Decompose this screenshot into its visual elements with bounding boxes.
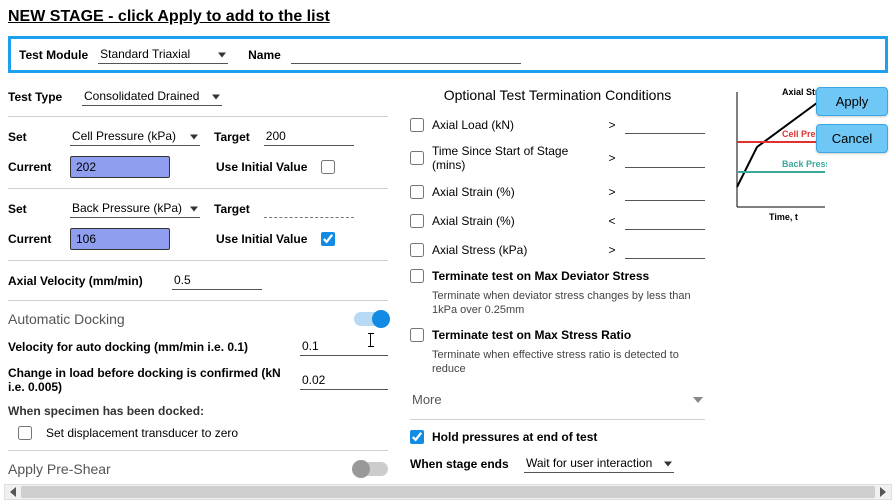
term-row-2-label: Axial Strain (%): [432, 185, 599, 199]
stage-ends-label: When stage ends: [410, 457, 510, 471]
test-module-select[interactable]: [98, 45, 228, 64]
termination-title: Optional Test Termination Conditions: [410, 87, 705, 103]
term-row-4-label: Axial Stress (kPa): [432, 243, 599, 257]
max-deviator-sub: Terminate when deviator stress changes b…: [432, 289, 705, 318]
term-row-0-label: Axial Load (kN): [432, 118, 599, 132]
trend-chart: Axial Strain Cell Pressure Back Pressure…: [727, 87, 827, 222]
more-label: More: [412, 392, 442, 407]
set1-label: Set: [8, 130, 56, 144]
cancel-button[interactable]: Cancel: [816, 124, 888, 153]
term-row-3-checkbox[interactable]: [410, 214, 424, 228]
set2-use-initial-label: Use Initial Value: [216, 232, 307, 246]
name-input[interactable]: [291, 45, 521, 64]
set2-label: Set: [8, 202, 56, 216]
apply-button[interactable]: Apply: [816, 87, 888, 116]
set-zero-checkbox[interactable]: [18, 426, 32, 440]
scroll-right-icon[interactable]: [875, 485, 891, 499]
set2-current-label: Current: [8, 232, 56, 246]
pre-shear-label: Apply Pre-Shear: [8, 461, 111, 477]
stage-ends-select[interactable]: [524, 454, 674, 473]
scroll-left-icon[interactable]: [5, 485, 21, 499]
max-deviator-label: Terminate test on Max Deviator Stress: [432, 269, 705, 283]
set1-target-label: Target: [214, 130, 250, 144]
max-deviator-checkbox[interactable]: [410, 269, 424, 283]
hold-pressures-label: Hold pressures at end of test: [432, 430, 597, 444]
dock-velocity-input[interactable]: [300, 337, 388, 356]
name-label: Name: [248, 48, 281, 62]
text-cursor-icon: [370, 333, 371, 347]
dock-change-input[interactable]: [300, 371, 388, 390]
max-ratio-label: Terminate test on Max Stress Ratio: [432, 328, 705, 342]
auto-docking-title: Automatic Docking: [8, 311, 125, 327]
test-module-label: Test Module: [19, 48, 88, 62]
chart-xlabel: Time, t: [769, 212, 798, 222]
term-row-3-label: Axial Strain (%): [432, 214, 599, 228]
term-row-2-op: >: [607, 185, 617, 199]
max-ratio-checkbox[interactable]: [410, 328, 424, 342]
top-bar: Test Module Name: [8, 36, 888, 73]
set2-use-initial-checkbox[interactable]: [321, 232, 335, 246]
dock-velocity-label: Velocity for auto docking (mm/min i.e. 0…: [8, 340, 248, 354]
scroll-track[interactable]: [21, 486, 875, 498]
term-row-2-checkbox[interactable]: [410, 185, 424, 199]
after-dock-label: When specimen has been docked:: [8, 404, 388, 418]
term-row-1-checkbox[interactable]: [410, 151, 424, 165]
term-row-4-checkbox[interactable]: [410, 243, 424, 257]
page-title: NEW STAGE - click Apply to add to the li…: [8, 8, 888, 26]
term-row-3-op: <: [607, 214, 617, 228]
hold-pressures-checkbox[interactable]: [410, 430, 424, 444]
set-zero-label: Set displacement transducer to zero: [46, 426, 238, 440]
dock-change-label: Change in load before docking is confirm…: [8, 366, 300, 394]
test-type-label: Test Type: [8, 90, 68, 104]
horizontal-scrollbar[interactable]: [4, 484, 892, 500]
set2-target-label: Target: [214, 202, 250, 216]
term-row-1-input[interactable]: [625, 149, 705, 168]
test-type-select[interactable]: [82, 87, 222, 106]
term-row-3-input[interactable]: [625, 211, 705, 230]
term-row-0-checkbox[interactable]: [410, 118, 424, 132]
set1-select[interactable]: [70, 127, 200, 146]
set2-select[interactable]: [70, 199, 200, 218]
axial-velocity-input[interactable]: [172, 271, 262, 290]
term-row-1-label: Time Since Start of Stage (mins): [432, 144, 599, 172]
set1-use-initial-checkbox[interactable]: [321, 160, 335, 174]
max-ratio-sub: Terminate when effective stress ratio is…: [432, 348, 705, 377]
set1-current-label: Current: [8, 160, 56, 174]
pre-shear-toggle[interactable]: [354, 462, 388, 476]
auto-docking-toggle[interactable]: [354, 312, 388, 326]
axial-velocity-label: Axial Velocity (mm/min): [8, 274, 158, 288]
chevron-down-icon: [693, 397, 703, 403]
legend-back: Back Pressure: [782, 159, 827, 169]
term-row-4-op: >: [607, 243, 617, 257]
term-row-2-input[interactable]: [625, 182, 705, 201]
term-row-1-op: >: [607, 151, 617, 165]
set2-target-input[interactable]: [264, 199, 354, 218]
more-expander[interactable]: More: [410, 386, 705, 413]
set1-current-value: 202: [70, 156, 170, 178]
term-row-0-input[interactable]: [625, 115, 705, 134]
set1-use-initial-label: Use Initial Value: [216, 160, 307, 174]
set1-target-input[interactable]: [264, 127, 354, 146]
term-row-0-op: >: [607, 118, 617, 132]
term-row-4-input[interactable]: [625, 240, 705, 259]
set2-current-value: 106: [70, 228, 170, 250]
